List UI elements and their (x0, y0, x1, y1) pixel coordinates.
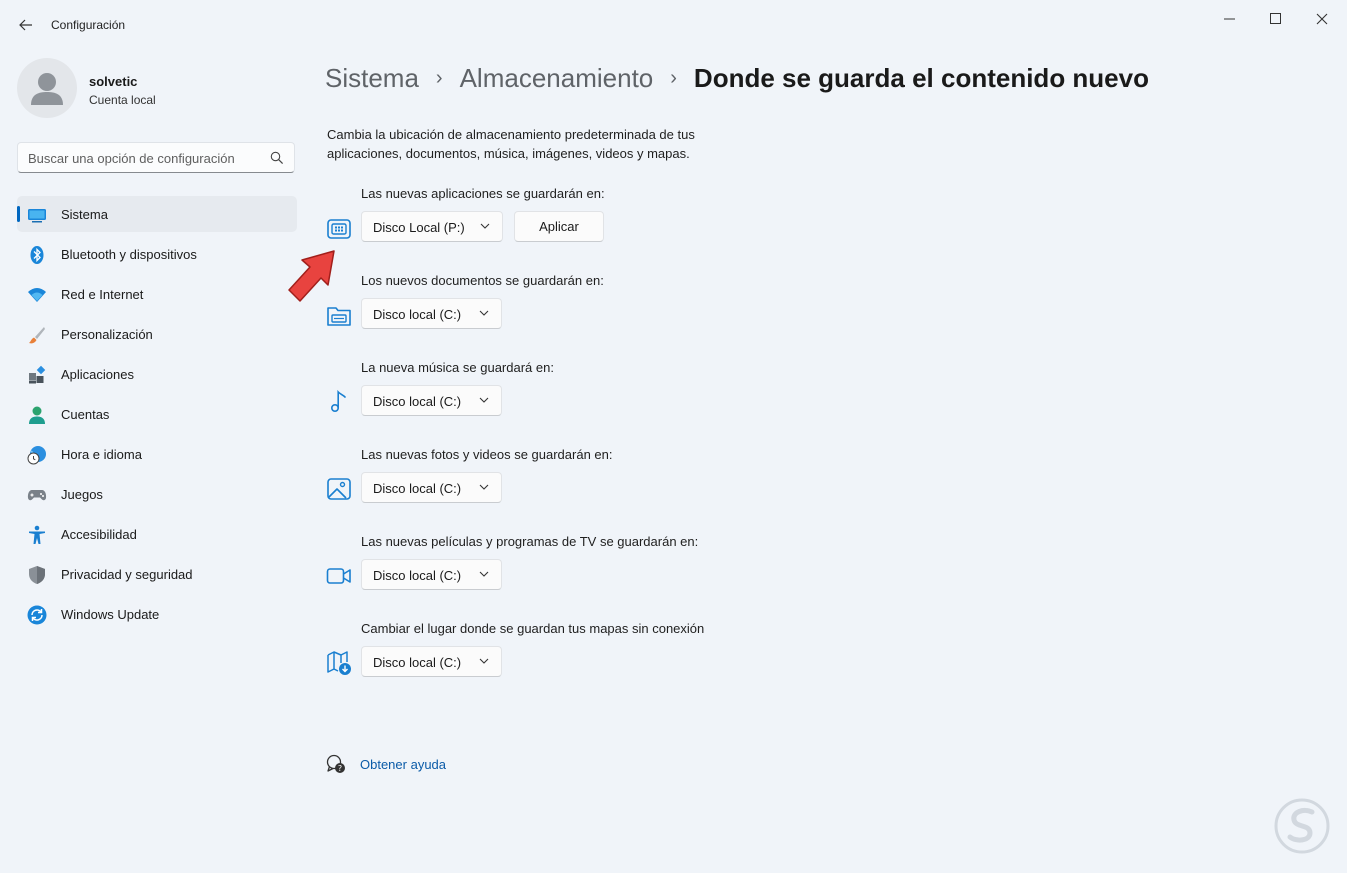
sidebar-item-accesibilidad[interactable]: Accesibilidad (17, 516, 297, 552)
back-button[interactable] (12, 12, 40, 38)
watermark-logo (1274, 798, 1330, 854)
gamepad-icon (27, 490, 47, 501)
photos-location-label: Las nuevas fotos y videos se guardarán e… (361, 447, 613, 462)
page-description: Cambia la ubicación de almacenamiento pr… (327, 127, 695, 161)
selected-value: Disco local (C:) (373, 394, 462, 409)
user-avatar-icon (31, 73, 63, 105)
sidebar-item-label: Red e Internet (61, 287, 144, 302)
breadcrumb-almacenamiento[interactable]: Almacenamiento (460, 63, 654, 94)
breadcrumb: Sistema › Almacenamiento › Donde se guar… (325, 58, 1149, 98)
apps-icon (29, 365, 46, 384)
sidebar-item-label: Windows Update (61, 607, 160, 622)
sidebar-item-label: Sistema (61, 207, 108, 222)
sidebar-item-label: Personalización (61, 327, 153, 342)
sidebar-item-juegos[interactable]: Juegos (17, 476, 297, 512)
brush-icon (29, 327, 45, 344)
photos-drive-select[interactable]: Disco local (C:) (361, 472, 502, 503)
sidebar-item-windows-update[interactable]: Windows Update (17, 596, 297, 632)
apps-drive-select[interactable]: Disco Local (P:) (361, 211, 503, 242)
help-chat-icon: ? (326, 754, 345, 773)
annotation-arrow-icon (288, 250, 335, 302)
apps-grid-icon (327, 219, 351, 239)
search-placeholder: Buscar una opción de configuración (28, 151, 235, 166)
folder-icon (327, 307, 351, 326)
picture-icon (327, 478, 351, 500)
chevron-down-icon (479, 571, 489, 577)
sidebar-item-red[interactable]: Red e Internet (17, 276, 297, 312)
maximize-button[interactable] (1253, 4, 1299, 34)
active-indicator (17, 206, 20, 222)
sidebar-item-label: Bluetooth y dispositivos (61, 247, 197, 262)
close-icon (1316, 13, 1328, 25)
sidebar-item-label: Cuentas (61, 407, 110, 422)
sidebar-item-aplicaciones[interactable]: Aplicaciones (17, 356, 297, 392)
sidebar-item-sistema[interactable]: Sistema (17, 196, 297, 232)
sidebar-item-hora[interactable]: Hora e idioma (17, 436, 297, 472)
update-icon (27, 605, 47, 625)
selected-value: Disco local (C:) (373, 655, 462, 670)
avatar (17, 58, 77, 118)
sidebar-item-label: Accesibilidad (61, 527, 137, 542)
music-drive-select[interactable]: Disco local (C:) (361, 385, 502, 416)
account-icon (29, 406, 45, 424)
sidebar-item-bluetooth[interactable]: Bluetooth y dispositivos (17, 236, 297, 272)
breadcrumb-sistema[interactable]: Sistema (325, 63, 419, 94)
system-icon (28, 209, 46, 223)
chevron-down-icon (480, 223, 490, 229)
movies-drive-select[interactable]: Disco local (C:) (361, 559, 502, 590)
maps-location-label: Cambiar el lugar donde se guardan tus ma… (361, 621, 705, 636)
sidebar-nav: Sistema Bluetooth y dispositivos Red e I… (17, 196, 297, 636)
map-download-icon (327, 651, 351, 675)
bluetooth-icon (30, 246, 44, 264)
selected-value: Disco local (C:) (373, 307, 462, 322)
user-name: solvetic (89, 74, 138, 89)
selected-value: Disco Local (P:) (373, 220, 465, 235)
chevron-down-icon (479, 397, 489, 403)
page-title: Donde se guarda el contenido nuevo (693, 62, 1149, 93)
music-note-icon (331, 389, 346, 413)
selected-value: Disco local (C:) (373, 481, 462, 496)
video-camera-icon (326, 568, 351, 584)
chevron-down-icon (479, 484, 489, 490)
chevron-right-icon: › (435, 66, 443, 89)
minimize-button[interactable] (1207, 4, 1253, 34)
close-button[interactable] (1299, 4, 1345, 34)
sidebar-item-label: Privacidad y seguridad (61, 567, 193, 582)
title-bar: Configuración (0, 0, 1347, 50)
sidebar-item-label: Hora e idioma (61, 447, 142, 462)
shield-icon (29, 566, 45, 584)
app-title: Configuración (51, 18, 126, 32)
documents-location-label: Los nuevos documentos se guardarán en: (361, 273, 604, 288)
minimize-icon (1224, 18, 1235, 20)
maximize-icon (1270, 13, 1281, 24)
movies-location-label: Las nuevas películas y programas de TV s… (361, 534, 699, 549)
user-profile[interactable]: solvetic Cuenta local (17, 58, 297, 120)
sidebar-item-label: Juegos (61, 487, 103, 502)
sidebar-item-cuentas[interactable]: Cuentas (17, 396, 297, 432)
chevron-down-icon (479, 658, 489, 664)
chevron-right-icon: › (670, 66, 677, 89)
clock-globe-icon (27, 446, 46, 465)
chevron-down-icon (479, 310, 489, 316)
get-help-label: Obtener ayuda (360, 757, 447, 772)
music-location-label: La nueva música se guardará en: (361, 360, 554, 375)
sidebar-item-personalizacion[interactable]: Personalización (17, 316, 297, 352)
search-icon (270, 151, 284, 165)
apps-location-label: Las nuevas aplicaciones se guardarán en: (361, 186, 605, 201)
apply-button[interactable]: Aplicar (514, 211, 604, 242)
documents-drive-select[interactable]: Disco local (C:) (361, 298, 502, 329)
account-type: Cuenta local (89, 93, 156, 107)
svg-text:?: ? (338, 764, 342, 773)
maps-drive-select[interactable]: Disco local (C:) (361, 646, 502, 677)
selected-value: Disco local (C:) (373, 568, 462, 583)
back-arrow-icon (19, 19, 32, 31)
sidebar-item-privacidad[interactable]: Privacidad y seguridad (17, 556, 297, 592)
search-input[interactable]: Buscar una opción de configuración (17, 142, 295, 173)
wifi-icon (28, 288, 46, 302)
sidebar-item-label: Aplicaciones (61, 367, 134, 382)
accessibility-icon (29, 525, 45, 544)
